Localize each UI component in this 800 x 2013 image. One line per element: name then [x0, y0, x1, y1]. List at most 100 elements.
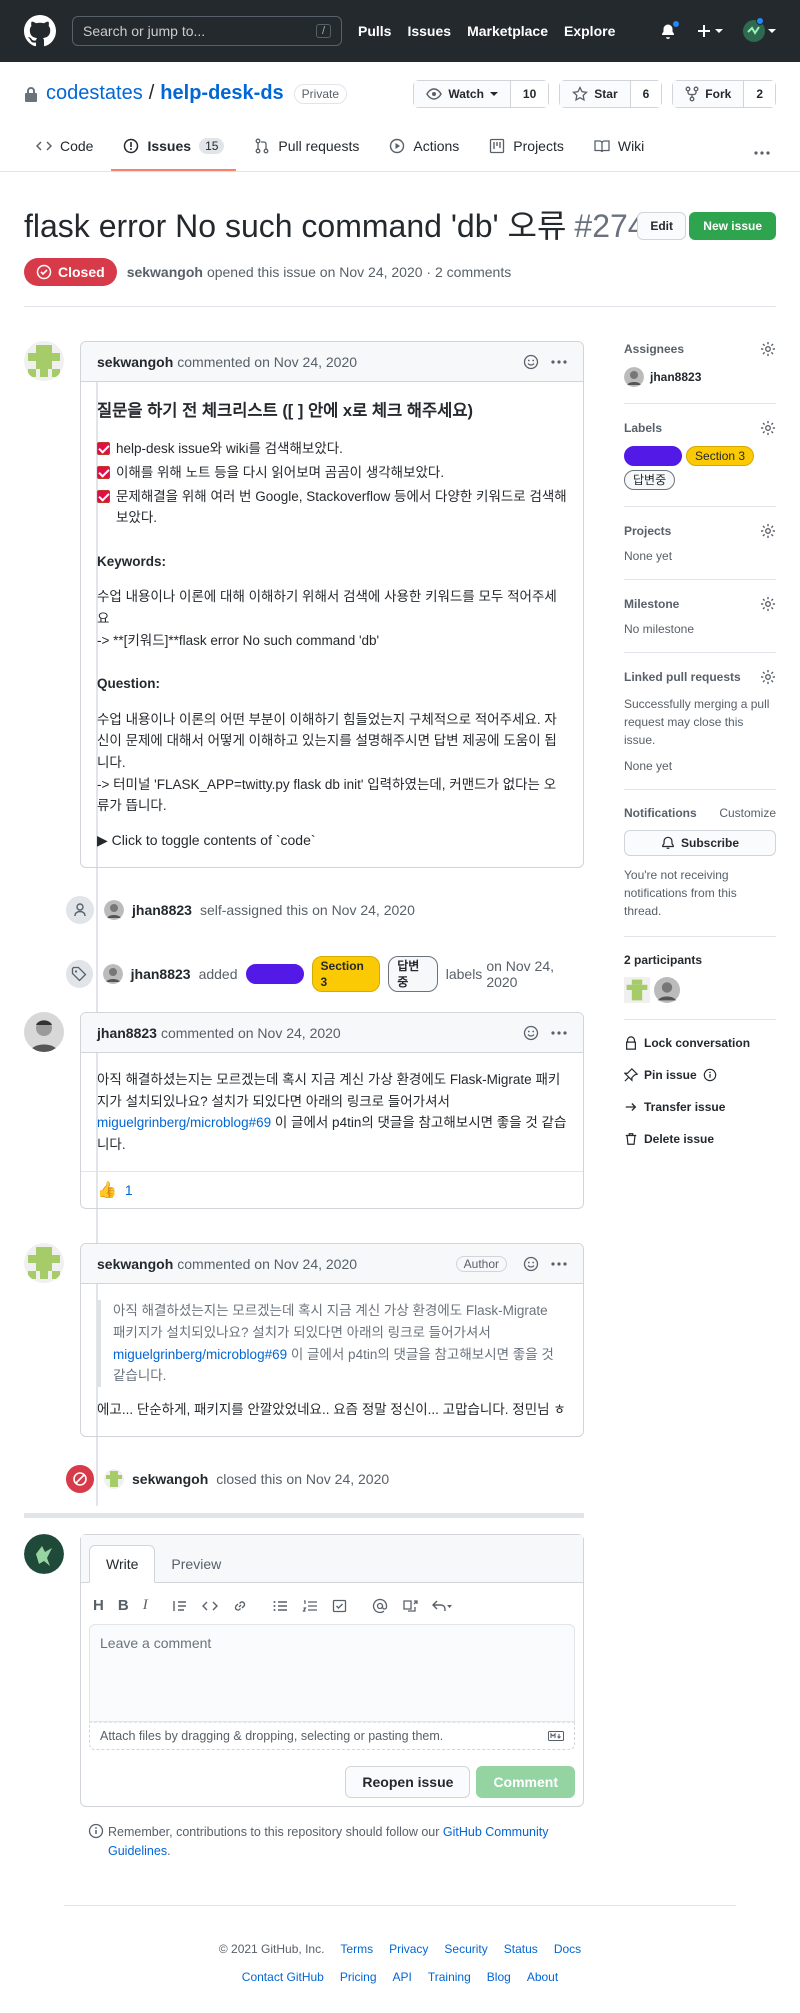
footer-link-contact[interactable]: Contact GitHub — [242, 1970, 324, 1984]
nav-issues[interactable]: Issues — [407, 23, 451, 39]
code-icon[interactable] — [201, 1598, 218, 1614]
kebab-menu-icon[interactable] — [551, 1030, 567, 1035]
pin-issue-link[interactable]: Pin issue — [624, 1068, 776, 1082]
info-icon[interactable] — [703, 1068, 717, 1082]
avatar[interactable] — [24, 341, 64, 381]
event-time[interactable]: on Nov 24, 2020 — [486, 958, 584, 990]
heading-icon[interactable]: H — [93, 1597, 104, 1614]
label-section-3[interactable]: Section 3 — [311, 956, 381, 993]
avatar[interactable] — [104, 1469, 124, 1490]
cross-reference-icon[interactable] — [402, 1598, 418, 1614]
tab-preview[interactable]: Preview — [155, 1546, 237, 1582]
footer-link-training[interactable]: Training — [428, 1970, 471, 1984]
fork-count[interactable]: 2 — [743, 81, 775, 107]
subscribe-button[interactable]: Subscribe — [624, 830, 776, 856]
issue-link[interactable]: miguelgrinberg/microblog#69 — [113, 1347, 287, 1362]
footer-link-docs[interactable]: Docs — [554, 1942, 581, 1956]
footer-link-about[interactable]: About — [527, 1970, 558, 1984]
checkbox[interactable] — [97, 489, 110, 503]
comment-time[interactable]: commented on Nov 24, 2020 — [177, 1256, 357, 1272]
details-toggle[interactable]: ▶ Click to toggle contents of `code` — [97, 829, 567, 851]
file-attach-zone[interactable]: Attach files by dragging & dropping, sel… — [89, 1722, 575, 1751]
footer-link-pricing[interactable]: Pricing — [340, 1970, 377, 1984]
tab-write[interactable]: Write — [89, 1545, 156, 1584]
edit-title-button[interactable]: Edit — [637, 212, 686, 240]
event-user[interactable]: sekwangoh — [132, 1471, 208, 1487]
comment-time[interactable]: commented on Nov 24, 2020 — [161, 1025, 341, 1041]
label-assign[interactable]: Assign — [624, 446, 683, 466]
italic-icon[interactable]: I — [143, 1597, 148, 1614]
comment-author[interactable]: sekwangoh — [97, 354, 173, 370]
search-input[interactable]: Search or jump to... / — [72, 16, 342, 46]
smiley-icon[interactable] — [523, 1025, 539, 1041]
star-button[interactable]: Star — [560, 81, 630, 107]
repo-owner-link[interactable]: codestates — [46, 82, 143, 105]
reply-icon[interactable] — [431, 1598, 452, 1614]
kebab-menu-icon[interactable] — [551, 1262, 567, 1266]
tab-code[interactable]: Code — [24, 123, 105, 171]
lock-conversation-link[interactable]: Lock conversation — [624, 1036, 776, 1050]
avatar[interactable] — [624, 977, 650, 1003]
user-avatar-dropdown[interactable] — [743, 17, 776, 42]
reaction-count[interactable]: 1 — [125, 1182, 133, 1198]
smiley-icon[interactable] — [523, 354, 539, 370]
star-count[interactable]: 6 — [629, 81, 662, 107]
tab-wiki[interactable]: Wiki — [582, 123, 656, 171]
fork-button[interactable]: Fork — [673, 81, 744, 107]
avatar[interactable] — [102, 964, 123, 985]
watch-button[interactable]: Watch — [414, 81, 510, 107]
delete-issue-link[interactable]: Delete issue — [624, 1132, 776, 1146]
checkbox[interactable] — [97, 465, 110, 479]
new-issue-button[interactable]: New issue — [689, 212, 776, 240]
comment-button[interactable]: Comment — [476, 1766, 575, 1799]
avatar[interactable] — [24, 1012, 64, 1053]
footer-link-status[interactable]: Status — [504, 1942, 538, 1956]
label-section-3[interactable]: Section 3 — [686, 446, 755, 466]
more-tabs-icon[interactable] — [754, 151, 770, 155]
watch-count[interactable]: 10 — [509, 81, 549, 107]
label-assign[interactable]: Assign — [245, 964, 304, 985]
numbered-list-icon[interactable] — [302, 1598, 318, 1614]
bullet-list-icon[interactable] — [272, 1598, 288, 1614]
kebab-menu-icon[interactable] — [551, 359, 567, 364]
reopen-issue-button[interactable]: Reopen issue — [345, 1766, 471, 1799]
gear-icon[interactable] — [760, 341, 776, 357]
tab-issues[interactable]: Issues 15 — [111, 123, 237, 171]
assignee-name[interactable]: jhan8823 — [650, 370, 701, 384]
footer-link-security[interactable]: Security — [444, 1942, 487, 1956]
label-answering[interactable]: 답변중 — [388, 956, 438, 993]
bell-icon[interactable] — [660, 20, 680, 39]
repo-name-link[interactable]: help-desk-ds — [160, 82, 283, 105]
gear-icon[interactable] — [760, 420, 776, 436]
comment-time[interactable]: commented on Nov 24, 2020 — [177, 354, 357, 370]
quote-icon[interactable] — [172, 1598, 188, 1614]
tab-pull-requests[interactable]: Pull requests — [242, 123, 371, 171]
smiley-icon[interactable] — [523, 1256, 539, 1272]
gear-icon[interactable] — [760, 596, 776, 612]
event-time[interactable]: on Nov 24, 2020 — [286, 1471, 389, 1487]
plus-dropdown-icon[interactable] — [696, 23, 723, 39]
transfer-issue-link[interactable]: Transfer issue — [624, 1100, 776, 1114]
tab-projects[interactable]: Projects — [477, 123, 576, 171]
event-user[interactable]: jhan8823 — [131, 966, 191, 982]
gear-icon[interactable] — [760, 523, 776, 539]
nav-explore[interactable]: Explore — [564, 23, 615, 39]
github-logo-icon[interactable] — [24, 15, 56, 47]
avatar[interactable] — [24, 1243, 64, 1284]
tab-actions[interactable]: Actions — [377, 123, 471, 171]
footer-link-blog[interactable]: Blog — [487, 1970, 511, 1984]
avatar[interactable] — [654, 977, 680, 1003]
label-answering[interactable]: 답변중 — [624, 470, 676, 490]
bold-icon[interactable]: B — [118, 1597, 129, 1614]
link-icon[interactable] — [232, 1598, 248, 1614]
avatar[interactable] — [24, 1534, 64, 1575]
nav-marketplace[interactable]: Marketplace — [467, 23, 548, 39]
event-user[interactable]: jhan8823 — [132, 902, 192, 918]
issue-author[interactable]: sekwangoh — [127, 264, 203, 280]
comment-textarea[interactable]: Leave a comment — [89, 1624, 575, 1723]
event-time[interactable]: on Nov 24, 2020 — [312, 902, 415, 918]
avatar[interactable] — [624, 367, 644, 387]
thumbs-up-reaction[interactable]: 👍 — [97, 1180, 117, 1200]
footer-link-api[interactable]: API — [393, 1970, 412, 1984]
mention-icon[interactable] — [372, 1598, 388, 1614]
